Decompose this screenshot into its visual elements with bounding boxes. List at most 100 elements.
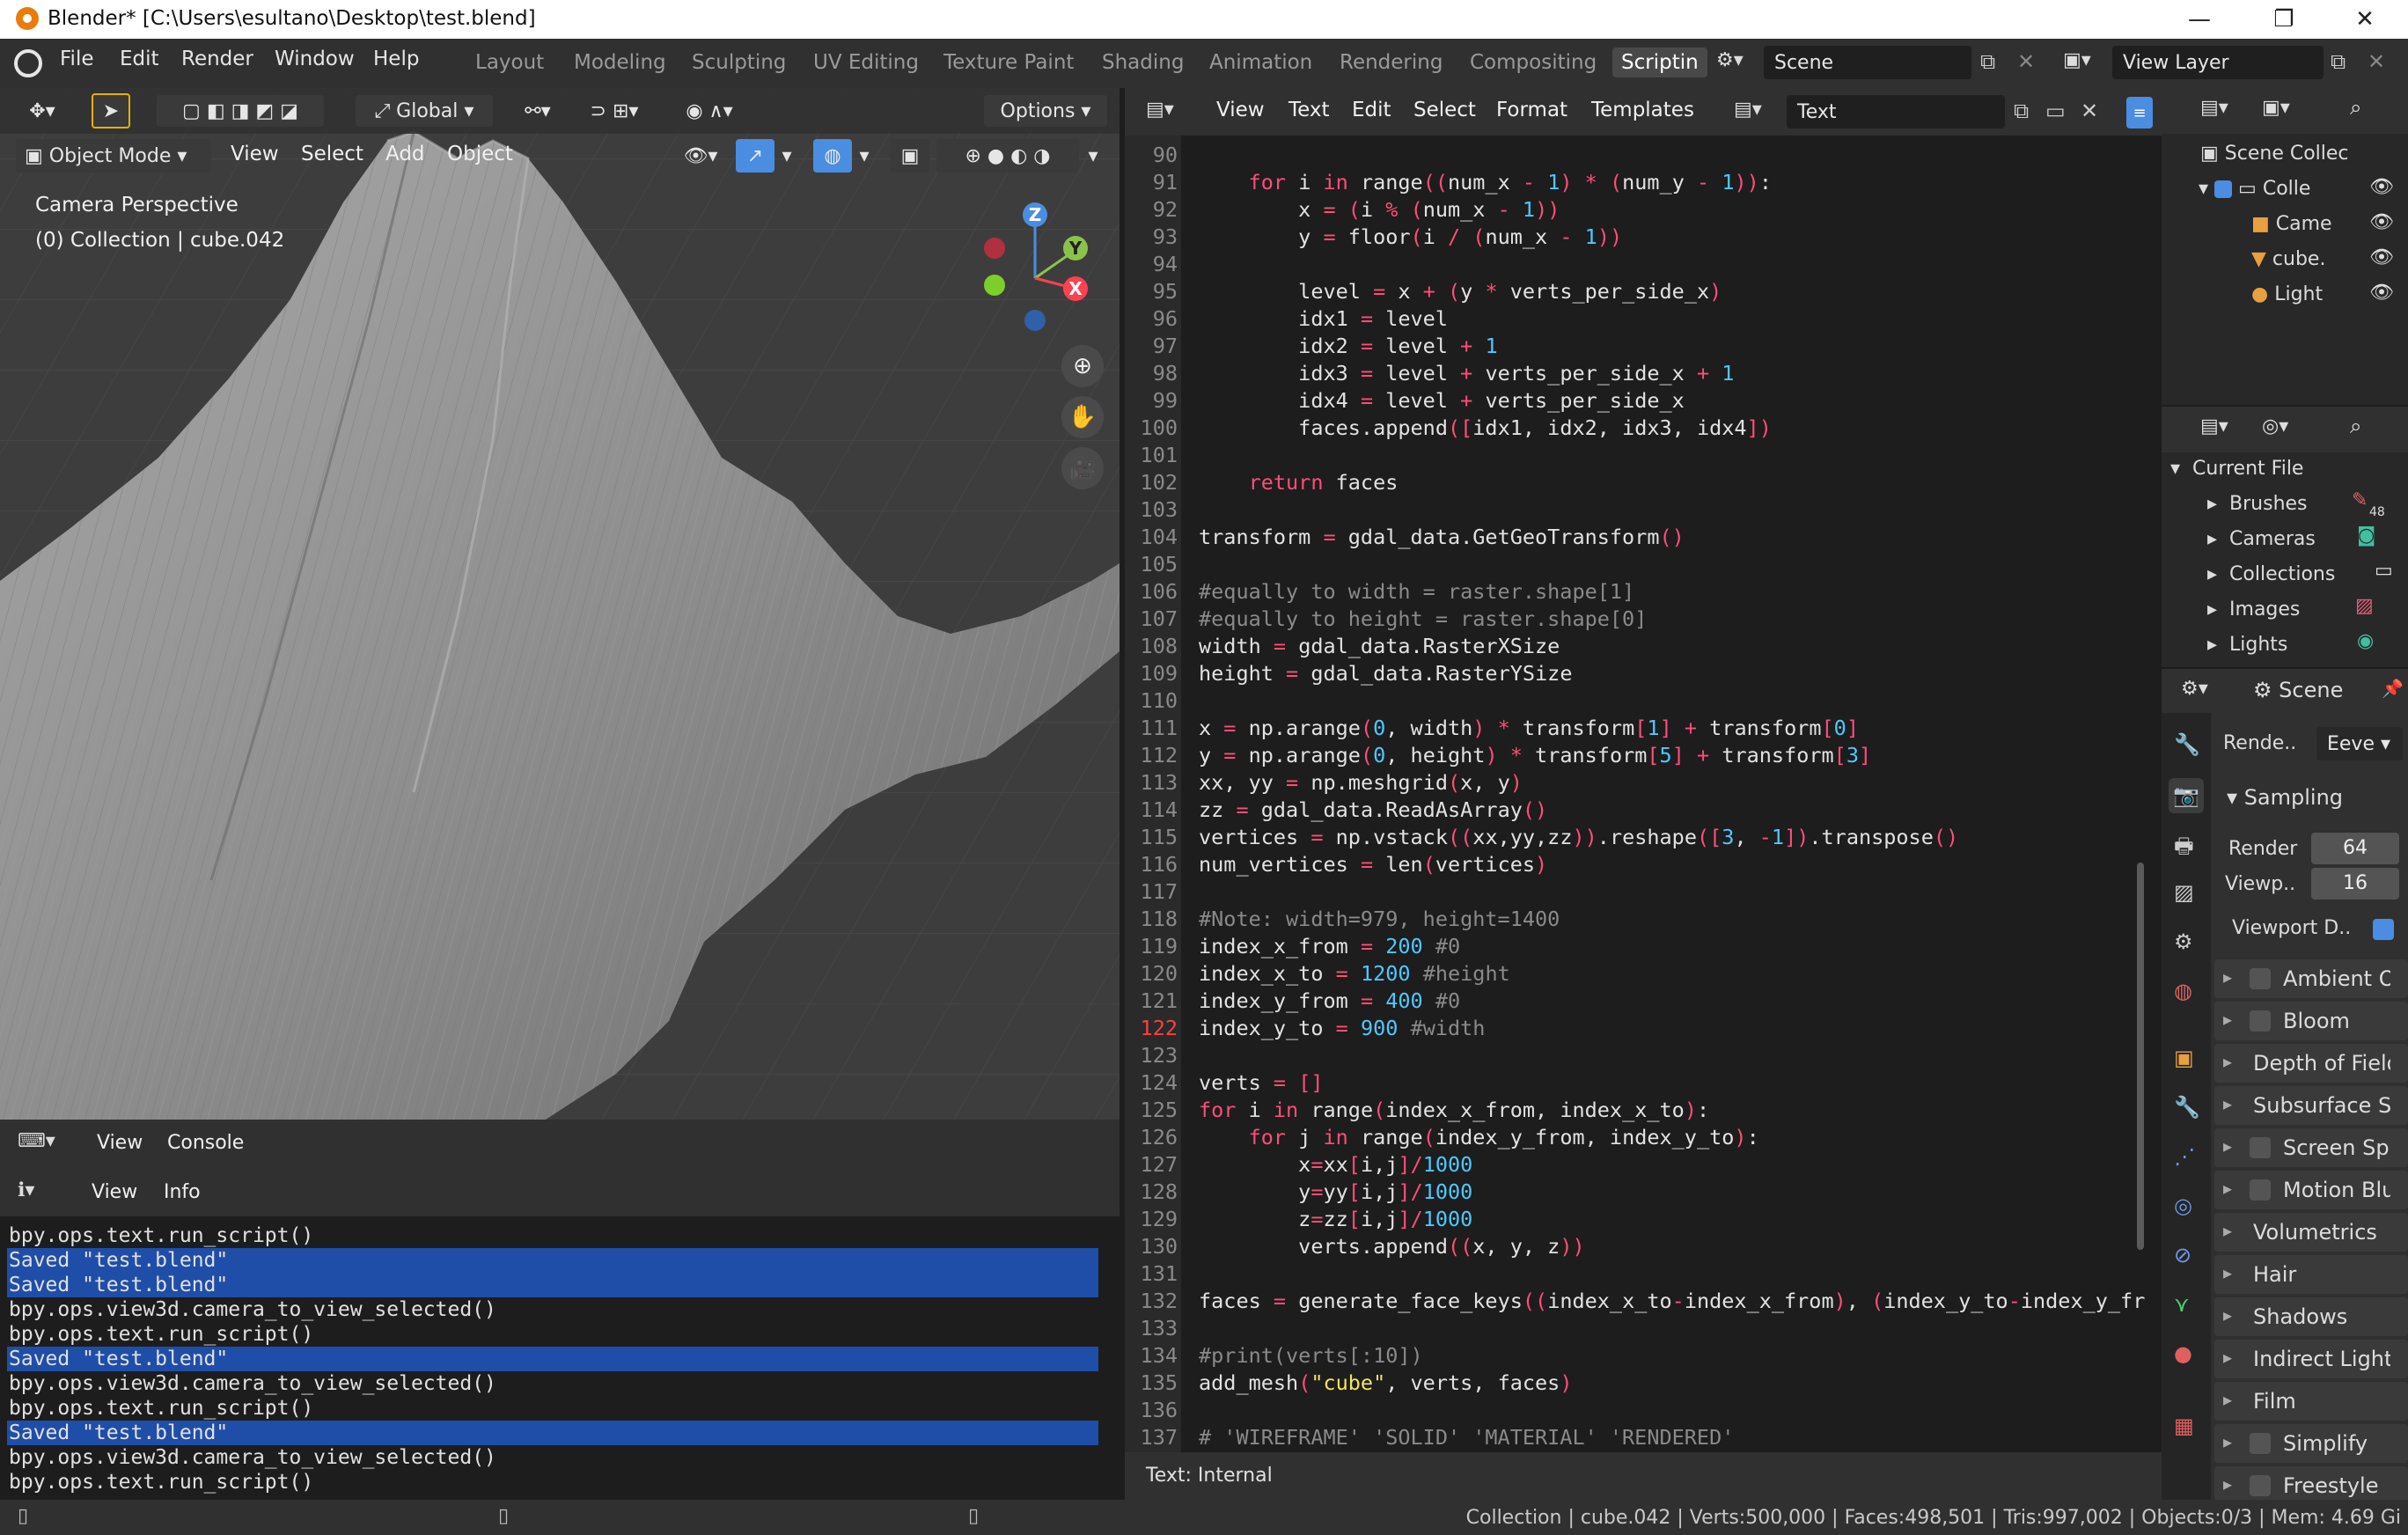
restore-button[interactable]: ❐ (2250, 0, 2318, 39)
panel-enable-checkbox[interactable] (2250, 1137, 2271, 1158)
code-line[interactable]: #equally to width = raster.shape[1] (1199, 579, 1634, 604)
code-line[interactable]: height = gdal_data.RasterYSize (1199, 661, 1572, 686)
xray-toggle-icon[interactable]: ▣ (891, 139, 929, 173)
scene-name-field[interactable]: Scene (1764, 46, 1971, 79)
collapse-arrow-icon[interactable]: ▸ (2207, 634, 2229, 656)
file-outliner-editor-type-icon[interactable]: ▤▾ (2200, 415, 2228, 437)
console-editor-type-icon[interactable]: ⌨▾ (18, 1130, 55, 1152)
info-menu-view[interactable]: View (92, 1181, 137, 1203)
viewport-menu-select[interactable]: Select (301, 143, 363, 165)
view-layer-tab-icon[interactable]: ▨ (2174, 880, 2194, 905)
console-menu-console[interactable]: Console (167, 1132, 244, 1154)
gizmo-dropdown-icon[interactable]: ▾ (775, 139, 799, 173)
data-tab-icon[interactable]: ⋎ (2174, 1292, 2190, 1317)
code-line[interactable]: #equally to height = raster.shape[0] (1199, 606, 1647, 631)
viewport-denoise-checkbox[interactable] (2373, 919, 2394, 940)
text-datablock-icon[interactable]: ▤▾ (1734, 99, 1762, 121)
open-text-folder-icon[interactable]: ▭ (2045, 99, 2066, 123)
code-line[interactable]: for i in range((num_x - 1) * (num_y - 1)… (1199, 170, 1772, 195)
render-panel-header[interactable]: ▸ Volumetrics (2214, 1213, 2408, 1252)
text-menu-text[interactable]: Text (1288, 99, 1330, 121)
viewport-menu-object[interactable]: Object (447, 143, 513, 165)
line-numbers-toggle-icon[interactable]: ≡ (2126, 97, 2153, 129)
file-item-lights[interactable]: ▸ Lights (2207, 634, 2287, 656)
file-item-cameras[interactable]: ▸ Cameras (2207, 528, 2316, 550)
visibility-icon[interactable]: 👁▾ (674, 139, 727, 173)
code-line[interactable]: faces = generate_face_keys((index_x_to-i… (1199, 1289, 2145, 1313)
code-line[interactable]: y = floor(i / (num_x - 1)) (1199, 224, 1622, 249)
outliner-item-light[interactable]: ● Light (2251, 283, 2323, 305)
collapse-arrow-icon[interactable]: ▸ (2223, 1009, 2232, 1030)
outliner-editor-type-icon[interactable]: ▤▾ (2200, 97, 2228, 119)
render-samples-field[interactable]: 64 (2311, 833, 2399, 864)
panel-enable-checkbox[interactable] (2250, 1475, 2271, 1496)
visibility-eye-icon[interactable]: 👁 (2369, 211, 2394, 233)
options-dropdown[interactable]: Options ▾ (984, 95, 1107, 127)
code-line[interactable]: y = np.arange(0, height) * transform[5] … (1199, 743, 1871, 768)
render-panel-header[interactable]: ▸ Motion Blur (2214, 1171, 2408, 1209)
world-tab-icon[interactable]: ◍ (2174, 979, 2192, 1003)
properties-editor[interactable]: ⚙▾ ⚙ Scene 📌 🔧 📷 🖶 ▨ ⚙ ◍ ▣ 🔧 ⋰ ◎ ⊘ ⋎ ● ▦… (2162, 669, 2408, 1505)
text-menu-edit[interactable]: Edit (1352, 99, 1391, 121)
collapse-arrow-icon[interactable]: ▸ (2223, 1262, 2232, 1283)
text-menu-view[interactable]: View (1216, 99, 1265, 121)
code-line[interactable]: faces.append([idx1, idx2, idx3, idx4]) (1199, 415, 1772, 440)
console-menu-view[interactable]: View (97, 1132, 143, 1154)
material-tab-icon[interactable]: ● (2174, 1341, 2192, 1366)
orientation-dropdown[interactable]: ⤢ Global ▾ (356, 95, 493, 127)
console-editor[interactable]: ⌨▾ View Console (0, 1120, 1120, 1169)
unlink-text-icon[interactable]: ✕ (2081, 99, 2098, 123)
physics-tab-icon[interactable]: ◎ (2174, 1193, 2192, 1218)
viewport-samples-field[interactable]: 16 (2311, 868, 2399, 900)
code-line[interactable]: index_x_to = 1200 #height (1199, 961, 1510, 986)
delete-view-layer-icon[interactable]: ✕ (2368, 49, 2385, 74)
info-menu-info[interactable]: Info (164, 1181, 201, 1203)
render-panel-header[interactable]: ▸ Depth of Field (2214, 1044, 2408, 1083)
particles-tab-icon[interactable]: ⋰ (2174, 1144, 2195, 1169)
outliner-search-icon[interactable]: ⌕ (2350, 95, 2361, 120)
code-line[interactable]: add_mesh("cube", verts, faces) (1199, 1370, 1572, 1395)
sampling-panel-header[interactable]: ▾ Sampling (2227, 785, 2343, 810)
select-tool-icon[interactable]: ➤ (92, 93, 130, 129)
new-scene-icon[interactable]: ⧉ (1980, 49, 1995, 74)
tab-texture-paint[interactable]: Texture Paint (943, 51, 1074, 74)
info-log-line[interactable]: Saved "test.blend" (7, 1273, 1098, 1297)
new-view-layer-icon[interactable]: ⧉ (2331, 49, 2346, 74)
pivot-icon[interactable]: ⚯▾ (509, 95, 567, 127)
menu-file[interactable]: File (60, 48, 94, 70)
render-panel-header[interactable]: ▸ Bloom (2214, 1002, 2408, 1040)
outliner-item-collection[interactable]: ▾ ▭ Colle (2199, 178, 2310, 200)
code-line[interactable]: idx3 = level + verts_per_side_x + 1 (1199, 361, 1734, 386)
info-log-line[interactable]: bpy.ops.text.run_script() (7, 1470, 1098, 1495)
delete-scene-icon[interactable]: ✕ (2017, 49, 2035, 74)
info-log-line[interactable]: bpy.ops.view3d.camera_to_view_selected() (7, 1445, 1098, 1470)
panel-enable-checkbox[interactable] (2250, 1179, 2271, 1201)
shading-dropdown-icon[interactable]: ▾ (1081, 139, 1105, 173)
snap-icon[interactable]: ⊃ ⊞▾ (570, 95, 658, 127)
collapse-arrow-icon[interactable]: ▸ (2223, 1389, 2232, 1410)
file-item-brushes[interactable]: ▸ Brushes (2207, 493, 2308, 515)
text-editor[interactable]: ▤▾ View Text Edit Select Format Template… (1125, 88, 2162, 1500)
minimize-button[interactable]: — (2165, 0, 2234, 39)
code-line[interactable]: idx2 = level + 1 (1199, 334, 1497, 358)
pin-icon[interactable]: 📌 (2382, 678, 2404, 699)
text-menu-templates[interactable]: Templates (1591, 99, 1694, 121)
tab-modeling[interactable]: Modeling (574, 51, 666, 74)
code-line[interactable]: transform = gdal_data.GetGeoTransform() (1199, 525, 1685, 549)
collapse-arrow-icon[interactable]: ▸ (2207, 563, 2229, 585)
code-line[interactable]: index_y_to = 900 #width (1199, 1016, 1485, 1040)
code-line[interactable]: index_x_from = 200 #0 (1199, 934, 1460, 958)
code-line[interactable]: # 'WIREFRAME' 'SOLID' 'MATERIAL' 'RENDER… (1199, 1425, 1734, 1450)
navigation-gizmo[interactable]: Z Y X (968, 194, 1109, 334)
object-tab-icon[interactable]: ▣ (2174, 1046, 2194, 1070)
outliner[interactable]: ▤▾ ▣▾ ⌕ ▣ Scene Collec ▾ ▭ Colle ■ Came … (2162, 88, 2408, 405)
visibility-eye-icon[interactable]: 👁 (2369, 282, 2394, 304)
code-line[interactable]: verts.append((x, y, z)) (1199, 1234, 1584, 1259)
outliner-filter-icon[interactable]: ▣▾ (2262, 97, 2290, 119)
close-button[interactable]: ✕ (2331, 0, 2399, 39)
tab-layout[interactable]: Layout (475, 51, 544, 74)
expand-arrow-icon[interactable]: ▾ (2199, 178, 2214, 200)
collapse-arrow-icon[interactable]: ▸ (2207, 493, 2229, 515)
viewport-menu-add[interactable]: Add (385, 143, 425, 165)
info-editor[interactable]: ℹ▾ View Info bpy.ops.text.run_script() Sa… (0, 1169, 1120, 1500)
